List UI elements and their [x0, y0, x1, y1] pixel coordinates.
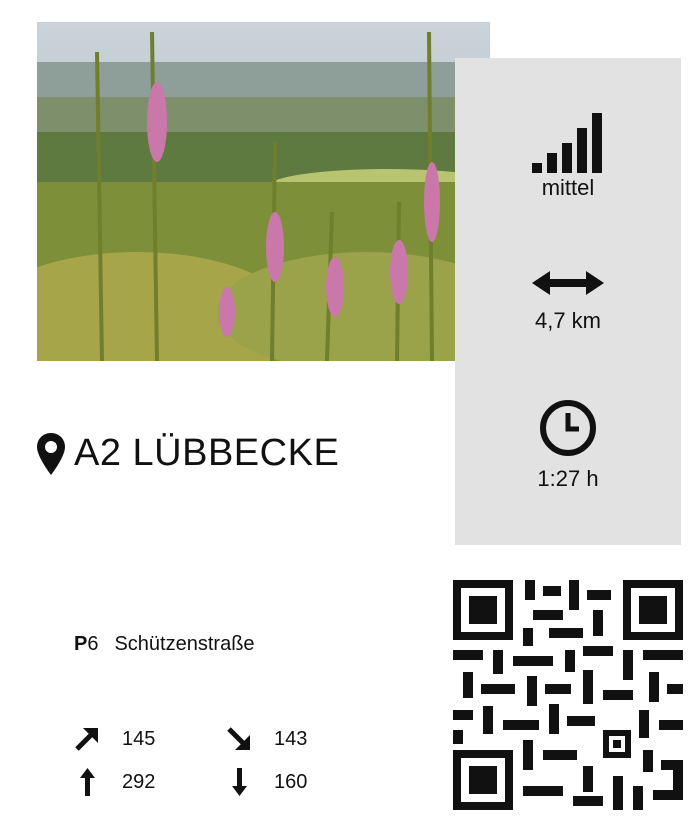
page-title: A2 LÜBBECKE — [74, 432, 340, 474]
diagonal-down-arrow-icon — [227, 727, 250, 750]
difficulty-stat: mittel — [455, 113, 681, 201]
distance-stat: 4,7 km — [455, 268, 681, 334]
landscape-photo — [37, 22, 490, 361]
difficulty-label: mittel — [541, 175, 595, 200]
descent-diagonal: 143 — [226, 726, 307, 752]
parking-info: P6 Schützenstraße — [74, 633, 255, 656]
qr-code[interactable] — [453, 580, 683, 810]
duration-stat: 1:27 h — [455, 398, 681, 492]
max-elevation: 292 — [74, 768, 155, 796]
down-arrow-icon — [232, 768, 247, 796]
max-elevation-value: 292 — [122, 770, 156, 793]
location-pin-icon — [37, 432, 65, 475]
min-elevation: 160 — [226, 768, 307, 796]
parking-street: Schützenstraße — [114, 633, 255, 655]
min-elevation-value: 160 — [274, 770, 308, 793]
tour-title-row: A2 LÜBBECKE — [37, 432, 339, 475]
descent-diagonal-value: 143 — [274, 727, 308, 750]
tour-info-panel: mittel 4,7 km 1:27 h — [455, 58, 681, 545]
ascent-diagonal: 145 — [74, 726, 155, 752]
ascent-diagonal-value: 145 — [122, 727, 156, 750]
duration-label: 1:27 h — [537, 466, 599, 491]
signal-bars-icon — [532, 113, 602, 173]
diagonal-up-arrow-icon — [75, 728, 98, 751]
horizontal-arrow-icon — [532, 271, 604, 295]
parking-code: P6 — [74, 633, 98, 656]
distance-label: 4,7 km — [534, 308, 602, 333]
clock-icon — [540, 400, 596, 456]
parking-number: 6 — [87, 633, 99, 655]
up-arrow-icon — [80, 768, 95, 796]
parking-prefix: P — [74, 633, 88, 655]
